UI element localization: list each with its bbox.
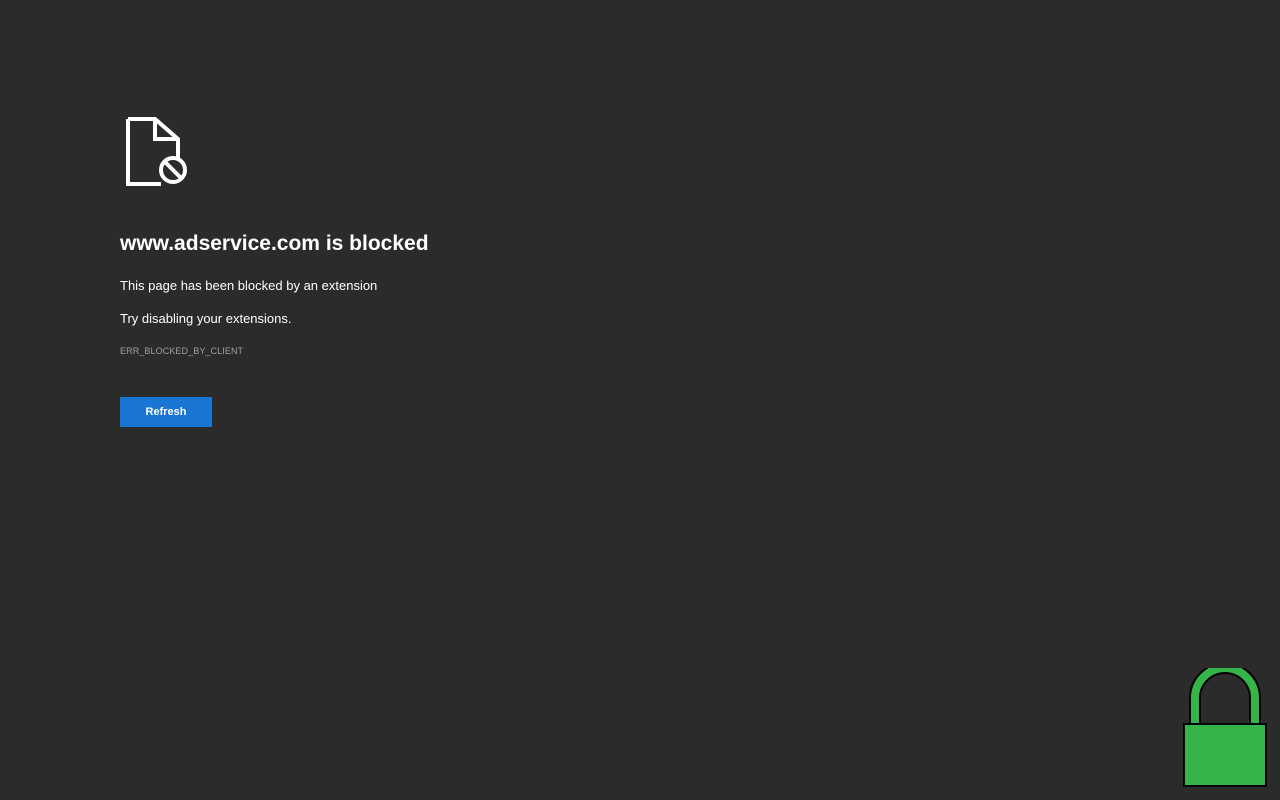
blocked-file-icon	[126, 117, 187, 186]
refresh-button[interactable]: Refresh	[120, 397, 212, 427]
page-title: www.adservice.com is blocked	[120, 232, 429, 255]
error-content: www.adservice.com is blocked This page h…	[120, 117, 820, 427]
suggestion-text: Try disabling your extensions.	[120, 311, 292, 326]
error-code: ERR_BLOCKED_BY_CLIENT	[120, 346, 244, 356]
error-page: www.adservice.com is blocked This page h…	[0, 0, 1280, 800]
blocked-message: This page has been blocked by an extensi…	[120, 278, 378, 293]
lock-icon	[1183, 668, 1267, 787]
